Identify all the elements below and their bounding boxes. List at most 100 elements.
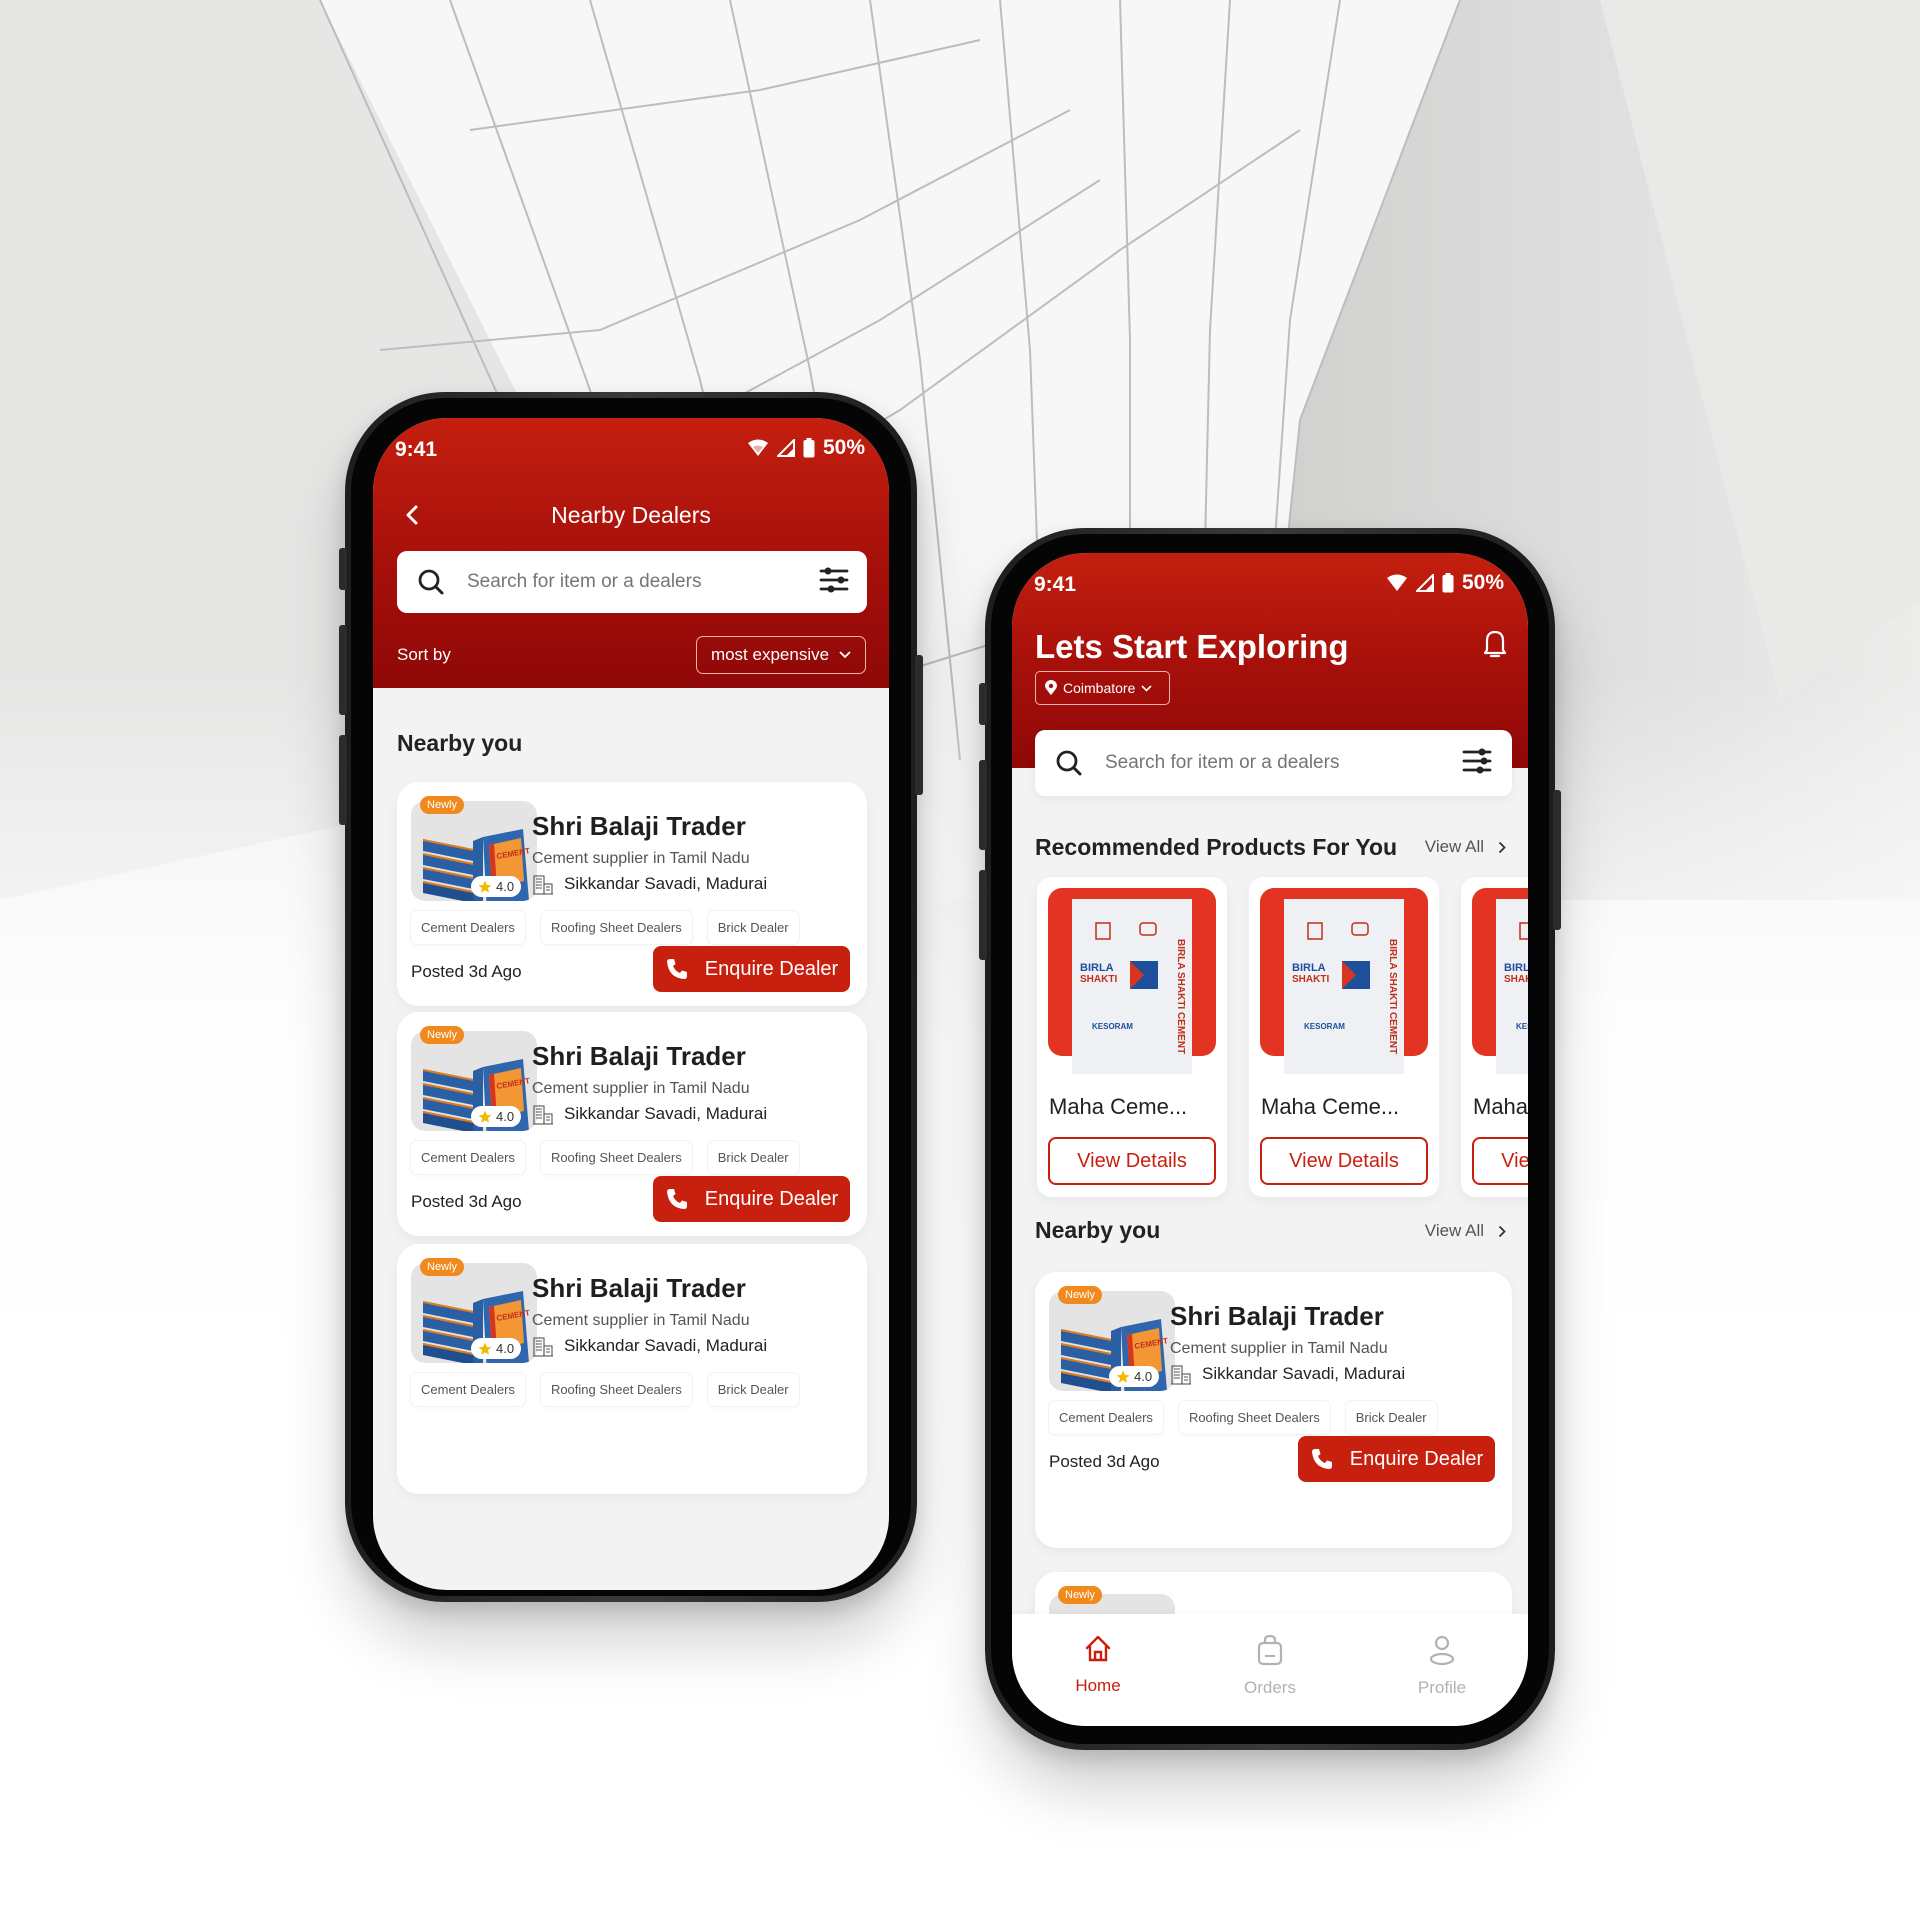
dealer-name: Shri Balaji Trader [532,1273,746,1303]
sort-selected-value: most expensive [710,645,830,664]
nav-profile[interactable]: Profile [1356,1614,1528,1726]
newly-badge: Newly [420,796,464,814]
section-title-nearby: Nearby you [397,730,523,756]
newly-badge: Newly [420,1026,464,1044]
dealer-card[interactable]: CEMENT 4.0 Newly Shri Balaji Trader Ceme… [397,1244,867,1494]
dealer-name: Shri Balaji Trader [1170,1301,1384,1331]
sort-dropdown[interactable]: most expensive [696,636,866,674]
nav-home[interactable]: Home [1012,1614,1184,1726]
cement-bag-image: BIRLA SHAKTI KESORAM BIRLA SHAKTI CEMENT [1496,899,1528,1074]
phone-call-icon [666,959,687,979]
dealer-location: Sikkandar Savadi, Madurai [1170,1363,1405,1385]
location-pin-icon [1045,680,1057,695]
tag-chip[interactable]: Roofing Sheet Dealers [540,911,692,944]
tag-chip[interactable]: Cement Dealers [411,1141,525,1174]
enquire-dealer-button[interactable]: Enquire Dealer [653,946,850,992]
nav-orders[interactable]: Orders [1184,1614,1356,1726]
view-details-label: View Details [1077,1149,1187,1172]
location-value: Coimbatore [1063,680,1136,696]
enquire-dealer-button[interactable]: Enquire Dealer [1298,1436,1495,1482]
enquire-dealer-button[interactable]: Enquire Dealer [653,1176,850,1222]
dealer-card[interactable]: CEMENT 4.0 Newly Shri Balaji Trader Ceme… [397,1012,867,1236]
chevron-right-icon [1498,1225,1506,1237]
status-bar: 9:41 50% [373,418,889,474]
location-text: Sikkandar Savadi, Madurai [564,1104,768,1123]
nav-label: Orders [1244,1678,1296,1697]
product-image: BIRLA SHAKTI KESORAM BIRLA SHAKTI CEMENT [1284,899,1404,1074]
enquire-label: Enquire Dealer [704,957,839,980]
filter-button[interactable] [819,565,849,600]
search-input[interactable] [1105,752,1462,774]
status-bar: 9:41 50% [1012,553,1528,609]
signal-icon [1415,574,1434,592]
home-icon [1085,1635,1111,1662]
product-card[interactable]: BIRLA SHAKTI KESORAM BIRLA SHAKTI CEMENT… [1461,877,1528,1197]
svg-text:SHAKTI: SHAKTI [1292,974,1329,985]
nav-label: Home [1075,1676,1121,1695]
tag-chip[interactable]: Brick Dealer [707,1373,799,1406]
dealer-location: Sikkandar Savadi, Madurai [532,1335,767,1357]
svg-text:KESORAM: KESORAM [1092,1022,1133,1031]
bell-icon [1483,630,1507,658]
newly-badge: Newly [1058,1286,1102,1304]
svg-text:KESORAM: KESORAM [1516,1022,1528,1031]
svg-text:BIRLA SHAKTI CEMENT: BIRLA SHAKTI CEMENT [1175,939,1186,1054]
chevron-down-icon [1141,684,1152,692]
tag-chip[interactable]: Brick Dealer [707,911,799,944]
star-icon [478,880,492,893]
dealer-description: Cement supplier in Tamil Nadu [1170,1340,1388,1357]
dealer-description: Cement supplier in Tamil Nadu [532,850,750,867]
building-icon [533,1337,553,1357]
newly-badge: Newly [1058,1586,1102,1604]
view-details-button[interactable]: View Details [1472,1137,1528,1185]
star-icon [1116,1370,1130,1383]
tag-chip[interactable]: Brick Dealer [707,1141,799,1174]
svg-text:SHAKTI: SHAKTI [1080,974,1117,985]
rating-value: 4.0 [496,879,515,894]
view-details-button[interactable]: View Details [1048,1137,1216,1185]
view-all-recommended[interactable]: View All [1425,837,1506,857]
search-bar[interactable] [1035,730,1512,796]
dealer-tags: Cement Dealers Roofing Sheet Dealers Bri… [411,1373,799,1406]
wifi-icon [747,439,768,456]
dealer-card[interactable]: CEMENT 4.0 Newly Shri Balaji Trader Ceme… [397,782,867,1006]
tag-chip[interactable]: Cement Dealers [1049,1401,1163,1434]
tag-chip[interactable]: Roofing Sheet Dealers [540,1141,692,1174]
section-title-recommended: Recommended Products For You [1035,834,1398,860]
svg-text:SHAKTI: SHAKTI [1504,974,1528,985]
location-selector[interactable]: Coimbatore [1035,671,1170,705]
view-details-button[interactable]: View Details [1260,1137,1428,1185]
shopping-bag-icon [1257,1634,1283,1666]
star-icon [478,1110,492,1123]
rating-badge: 4.0 [471,1106,522,1127]
signal-icon [776,439,795,457]
cement-bag-image: BIRLA SHAKTI KESORAM BIRLA SHAKTI CEMENT [1072,899,1192,1074]
tag-chip[interactable]: Roofing Sheet Dealers [540,1373,692,1406]
status-time: 9:41 [395,438,438,461]
search-bar[interactable] [397,551,867,613]
dealer-location: Sikkandar Savadi, Madurai [532,1103,767,1125]
tag-chip[interactable]: Brick Dealer [1345,1401,1437,1434]
view-all-nearby[interactable]: View All [1425,1221,1506,1241]
status-time: 9:41 [1034,573,1077,596]
rating-badge: 4.0 [471,1338,522,1359]
rating-badge: 4.0 [1109,1366,1160,1387]
dealer-card[interactable]: CEMENT 4.0 Newly Shri Balaji Trader Ceme… [1035,1272,1512,1548]
dealer-tags: Cement Dealers Roofing Sheet Dealers Bri… [411,911,799,944]
search-input[interactable] [467,571,819,593]
page-title: Nearby Dealers [551,502,711,528]
user-icon [1429,1635,1455,1666]
product-card[interactable]: BIRLA SHAKTI KESORAM BIRLA SHAKTI CEMENT… [1037,877,1227,1197]
dealer-location: Sikkandar Savadi, Madurai [532,873,767,895]
product-image: BIRLA SHAKTI KESORAM BIRLA SHAKTI CEMENT [1072,899,1192,1074]
tag-chip[interactable]: Roofing Sheet Dealers [1178,1401,1330,1434]
dealer-tags: Cement Dealers Roofing Sheet Dealers Bri… [411,1141,799,1174]
sort-label: Sort by [397,645,451,664]
filter-button[interactable] [1462,746,1492,781]
tag-chip[interactable]: Cement Dealers [411,911,525,944]
dealer-name: Shri Balaji Trader [532,811,746,841]
product-card[interactable]: BIRLA SHAKTI KESORAM BIRLA SHAKTI CEMENT… [1249,877,1439,1197]
notification-button[interactable] [1482,629,1508,664]
product-image: BIRLA SHAKTI KESORAM BIRLA SHAKTI CEMENT [1496,899,1528,1074]
tag-chip[interactable]: Cement Dealers [411,1373,525,1406]
